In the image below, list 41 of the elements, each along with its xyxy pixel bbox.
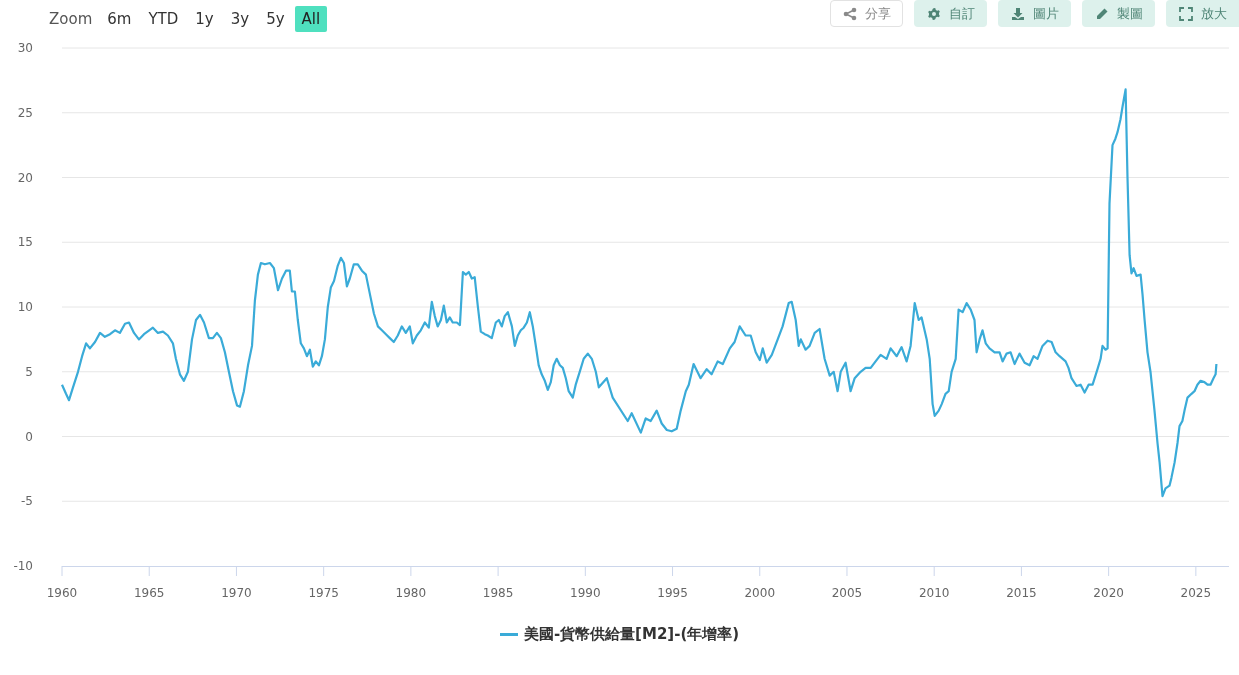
y-axis-label: 20 [17,170,33,185]
x-axis-label: 1995 [657,586,688,600]
toolbar-button[interactable]: 分享 [830,0,903,27]
range-button[interactable]: YTD [141,6,186,32]
x-axis-label: 1965 [133,586,165,600]
toolbar-button[interactable]: 放大 [1166,0,1239,27]
share-icon [842,6,857,21]
x-axis-label: 2015 [1006,586,1037,600]
y-axis-label: 5 [25,364,33,379]
toolbar-button[interactable]: 製圖 [1082,0,1155,27]
x-axis-label: 1985 [482,586,514,600]
pencil-icon [1094,6,1109,21]
y-axis-label: 25 [17,105,33,120]
toolbar-button[interactable]: 自訂 [914,0,987,27]
x-axis-label: 2025 [1180,586,1212,600]
y-axis-label: -10 [13,559,33,573]
settings-icon [926,6,941,21]
x-axis-label: 1975 [308,586,339,600]
y-axis-label: 30 [17,41,33,55]
zoom-label: Zoom [49,10,93,28]
range-button[interactable]: 3y [223,6,257,32]
y-axis-label: 0 [25,429,33,444]
x-axis-label: 2000 [744,586,776,600]
fullscreen-icon [1178,6,1193,21]
x-axis-label: 2010 [918,586,950,600]
range-button[interactable]: All [294,6,328,32]
y-axis-label: 10 [17,300,33,314]
x-axis-label: 1970 [221,586,252,600]
range-button[interactable]: 6m [100,6,139,32]
y-axis-label: -5 [21,494,33,509]
x-axis-label: 2020 [1093,586,1124,600]
x-axis-label: 1980 [395,586,427,600]
y-axis-label: 15 [17,235,33,250]
toolbar-button[interactable]: 圖片 [998,0,1071,27]
download-icon [1010,6,1025,21]
legend-item[interactable]: 美國-貨幣供給量[M2]-(年增率) [499,625,740,644]
x-axis-label: 1990 [570,586,601,600]
range-button[interactable]: 5y [259,6,292,32]
x-axis-label: 2005 [831,586,863,600]
range-button[interactable]: 1y [188,6,221,32]
x-axis-label: 1960 [46,586,78,600]
